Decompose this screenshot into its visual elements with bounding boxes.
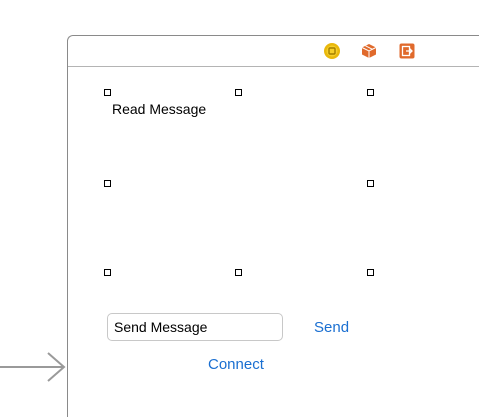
- selection-handle[interactable]: [104, 89, 111, 96]
- selection-handle[interactable]: [235, 269, 242, 276]
- send-message-field[interactable]: [107, 313, 283, 341]
- selection-handle[interactable]: [367, 269, 374, 276]
- scene-dock: [68, 36, 479, 67]
- storyboard-canvas: Read Message Send Connect: [0, 0, 479, 417]
- selection-handle[interactable]: [367, 180, 374, 187]
- selection-handle[interactable]: [367, 89, 374, 96]
- selection-handle[interactable]: [104, 269, 111, 276]
- selection-handle[interactable]: [235, 89, 242, 96]
- selection-handle[interactable]: [104, 180, 111, 187]
- exit-icon[interactable]: [399, 43, 415, 59]
- view-controller-icon[interactable]: [324, 43, 340, 59]
- view-controller-scene[interactable]: Read Message Send Connect: [67, 35, 479, 417]
- read-message-label[interactable]: Read Message: [112, 101, 206, 117]
- send-button[interactable]: Send: [314, 319, 349, 336]
- entry-point-arrow-icon[interactable]: [0, 350, 68, 384]
- first-responder-icon[interactable]: [361, 43, 377, 59]
- main-view[interactable]: Read Message Send Connect: [68, 67, 479, 417]
- connect-button[interactable]: Connect: [208, 356, 264, 373]
